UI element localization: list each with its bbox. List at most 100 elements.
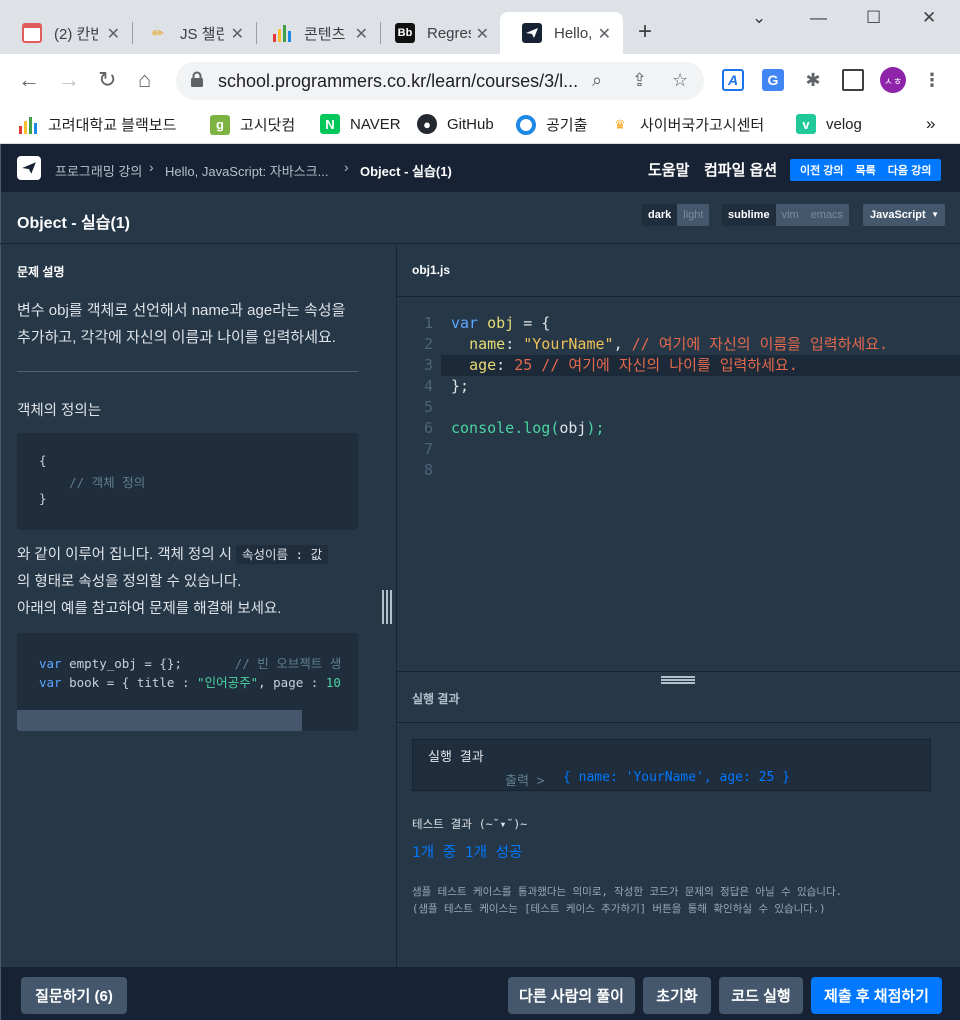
maximize-icon[interactable]: ☐ [866,8,881,28]
test-result: 1개 중 1개 성공 [412,845,523,861]
results-resize-handle[interactable] [661,676,695,684]
velog-icon: v [796,114,816,134]
close-icon[interactable]: ✕ [231,24,244,44]
browser-tab[interactable]: Bb Regression ✕ [373,12,501,54]
page-title: Object - 실습(1) [17,215,131,232]
browser-tab[interactable]: (2) 칸반 ✕ [0,12,132,54]
output-title: 실행 결과 [428,750,484,765]
keymap-toggle: sublime vim emacs [722,204,850,226]
programmers-icon [522,23,542,43]
results-label: 실행 결과 [412,692,460,706]
close-icon[interactable]: ✕ [355,24,368,44]
lock-icon [191,71,203,87]
output-box: 실행 결과 출력 > { name: 'YourName', age: 25 } [412,739,931,791]
theme-toggle: dark light [642,204,710,226]
bar-chart-icon [18,115,38,135]
code-editor[interactable]: 1 var obj = { 2 name: "YourName", // 여기에… [396,297,960,671]
address-bar[interactable]: school.programmers.co.kr/learn/courses/3… [176,62,704,100]
calendar-icon [22,23,42,43]
definition-title: 객체의 정의는 [17,403,102,419]
bookmark-item[interactable]: 고려대학교 블랙보드 [18,114,176,135]
submit-button[interactable]: 제출 후 채점하기 [811,977,942,1014]
keymap-vim-option[interactable]: vim [776,204,805,226]
example-code-block: var empty_obj = {}; // 빈 오브젝트 생 var book… [17,633,358,731]
help-link[interactable]: 도움말 [648,159,689,180]
horizontal-scrollbar[interactable] [17,710,302,731]
close-icon[interactable]: ✕ [107,24,120,44]
menu-kebab-icon[interactable]: ⋮ [921,69,943,91]
inline-code: 속성이름 : 값 [236,545,329,564]
browser-tab-active[interactable]: Hello, JavaScript ✕ [500,12,623,54]
chevron-down-icon[interactable]: ⌄ [752,8,766,28]
bb-icon: Bb [395,23,415,43]
keymap-sublime-option[interactable]: sublime [722,204,776,226]
reset-button[interactable]: 초기화 [643,977,711,1014]
problem-intro: 변수 obj를 객체로 선언해서 name과 age라는 속성을 추가하고, 각… [17,302,346,346]
extensions-icon[interactable]: ✱ [802,69,824,91]
ask-question-button[interactable]: 질문하기 (6) [21,977,127,1014]
forward-icon[interactable]: → [58,66,80,94]
problem-heading: 문제 설명 [17,265,65,279]
keymap-emacs-option[interactable]: emacs [805,204,849,226]
close-icon[interactable]: ✕ [476,24,489,44]
prev-lesson-button[interactable]: 이전 강의 [794,162,850,178]
definition-explanation: 와 같이 이루어 집니다. 객체 정의 시 속성이름 : 값 의 형태로 속성을… [17,541,367,623]
new-tab-icon[interactable]: + [638,18,652,46]
close-window-icon[interactable]: ✕ [922,8,936,28]
code-line: 1 var obj = { [423,314,551,332]
g-icon: g [210,114,230,135]
pencil-icon: ✏ [152,24,164,41]
lesson-nav: 이전 강의 목록 다음 강의 [790,159,942,181]
home-icon[interactable]: ⌂ [138,66,151,94]
translate-ext-icon[interactable]: A [722,69,744,91]
bar-chart-icon [272,23,292,43]
list-button[interactable]: 목록 [850,162,882,178]
pane-resize-handle[interactable] [382,590,392,624]
compile-options-link[interactable]: 컴파일 옵션 [704,159,777,180]
run-code-button[interactable]: 코드 실행 [719,977,803,1014]
minimize-icon[interactable]: — [810,8,827,28]
others-solutions-button[interactable]: 다른 사람의 풀이 [508,977,635,1014]
bookmark-item[interactable]: v velog [796,114,862,134]
code-line: 6 console.log(obj); [423,419,605,437]
side-panel-icon[interactable] [842,69,864,91]
bookmark-item[interactable]: g 고시닷컴 [210,114,295,135]
reload-icon[interactable]: ↻ [98,66,116,94]
zoom-icon[interactable]: ⌕ [592,70,602,91]
problem-pane: 문제 설명 변수 obj를 객체로 선언해서 name과 age라는 속성을 추… [0,245,373,967]
browser-tab-bar: (2) 칸반 ✕ ✏ JS 챌린지 ✕ 콘텐츠 ✕ Bb Regression … [0,0,960,54]
output-label: 출력 > [505,774,545,789]
code-line: 7 [423,440,433,458]
results-header: 실행 결과 [396,671,960,723]
browser-tab[interactable]: ✏ JS 챌린지 ✕ [126,12,256,54]
test-note: 샘플 테스트 케이스를 통과했다는 의미로, 작성한 코드가 문제의 정답은 아… [412,886,842,915]
next-lesson-button[interactable]: 다음 강의 [882,162,938,178]
bookmark-item[interactable]: 공기출 [516,114,587,135]
back-icon[interactable]: ← [18,66,40,94]
browser-tab[interactable]: 콘텐츠 ✕ [250,12,380,54]
share-icon[interactable]: ⇪ [632,70,647,91]
language-select[interactable]: JavaScript ▼ [863,204,945,226]
breadcrumb-item[interactable]: 프로그래밍 강의 [55,161,142,180]
breadcrumb-item[interactable]: Hello, JavaScript: 자바스크... [165,161,328,180]
editor-header: obj1.js [396,245,960,297]
programmers-logo-icon[interactable] [17,156,41,180]
lesson-title-bar: Object - 실습(1) dark light sublime vim em… [0,192,960,244]
more-bookmarks-button[interactable]: » [926,114,935,134]
theme-dark-option[interactable]: dark [642,204,678,226]
chevron-right-icon: › [344,159,349,175]
avatar[interactable]: ㅅㅎ [880,67,906,93]
bookmark-item[interactable]: ● GitHub [417,114,494,134]
bookmark-item[interactable]: ♛ 사이버국가고시센터 [610,114,764,135]
caret-down-icon: ▼ [931,210,939,219]
star-icon[interactable]: ☆ [672,70,688,91]
bookmark-item[interactable]: N NAVER [320,114,401,134]
theme-light-option[interactable]: light [677,204,709,226]
close-icon[interactable]: ✕ [598,24,611,44]
code-line: 4 }; [423,377,470,395]
google-translate-icon[interactable]: G [762,69,784,91]
output-value: { name: 'YourName', age: 25 } [563,770,790,785]
crown-icon: ♛ [614,116,626,132]
results-panel: 실행 결과 출력 > { name: 'YourName', age: 25 }… [396,724,960,967]
code-line: 5 [423,398,433,416]
